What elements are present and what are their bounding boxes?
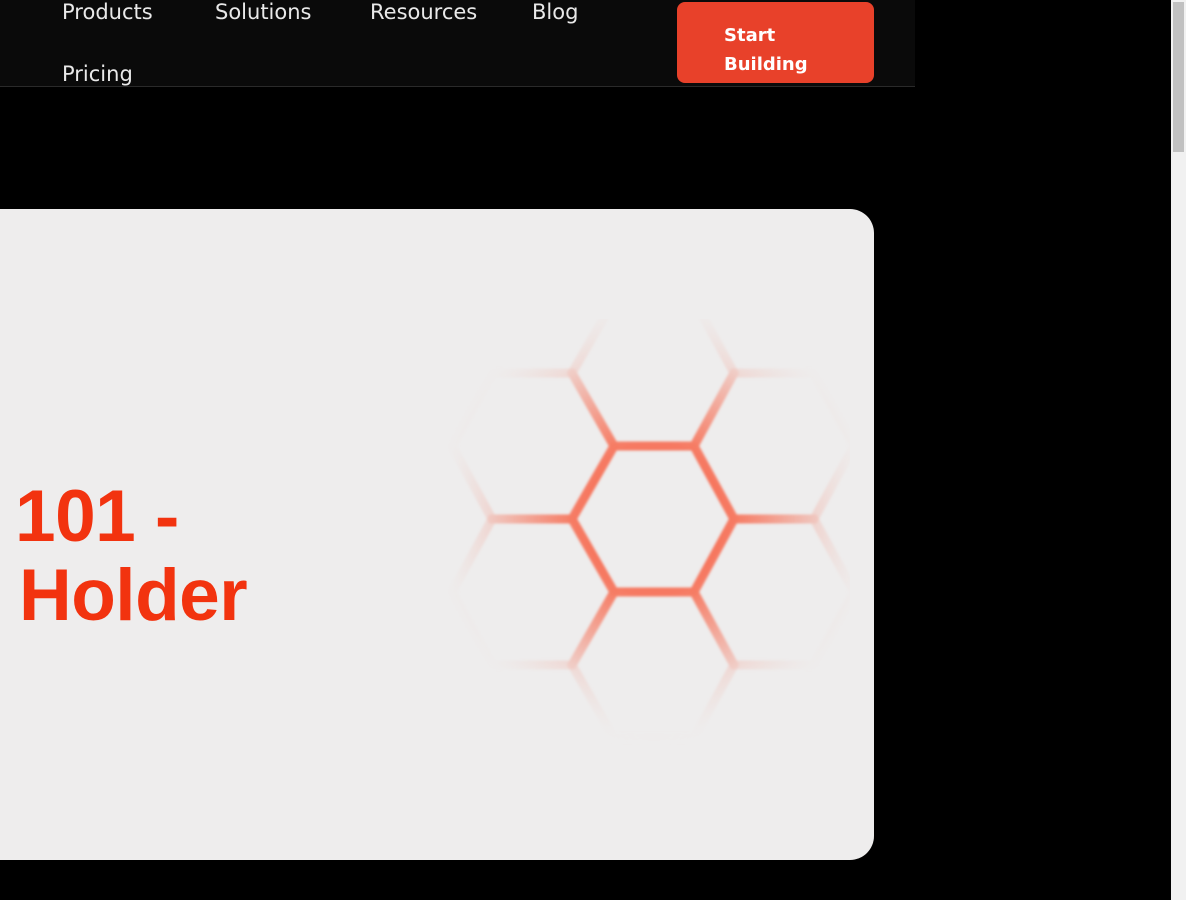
nav-link-blog[interactable]: Blog — [532, 0, 578, 24]
hero-title-line2: en Holder — [0, 555, 248, 636]
nav-link-resources[interactable]: Resources — [370, 0, 477, 24]
page-scrollbar[interactable] — [1171, 0, 1186, 900]
scrollbar-thumb[interactable] — [1173, 2, 1184, 152]
hero-title-line3: ts — [0, 635, 247, 714]
top-navbar: Products Solutions Resources Blog Pricin… — [0, 0, 915, 87]
start-building-button[interactable]: Start Building — [677, 2, 874, 83]
hero-title: ev 101 - en Holder ts — [0, 476, 248, 714]
nav-link-products[interactable]: Products — [62, 0, 153, 24]
cta-label-line2: Building — [724, 53, 808, 75]
hex-top — [566, 319, 740, 451]
hex-bottom — [566, 587, 740, 743]
nav-link-solutions[interactable]: Solutions — [215, 0, 312, 24]
hero-card: ev 101 - en Holder ts — [0, 209, 874, 860]
page-viewport: Products Solutions Resources Blog Pricin… — [0, 0, 1171, 900]
hero-title-line1: ev 101 - — [0, 476, 179, 557]
cta-label-line1: Start — [724, 24, 776, 46]
nav-link-pricing[interactable]: Pricing — [62, 62, 133, 86]
hexagon-pattern-graphic — [446, 319, 850, 743]
